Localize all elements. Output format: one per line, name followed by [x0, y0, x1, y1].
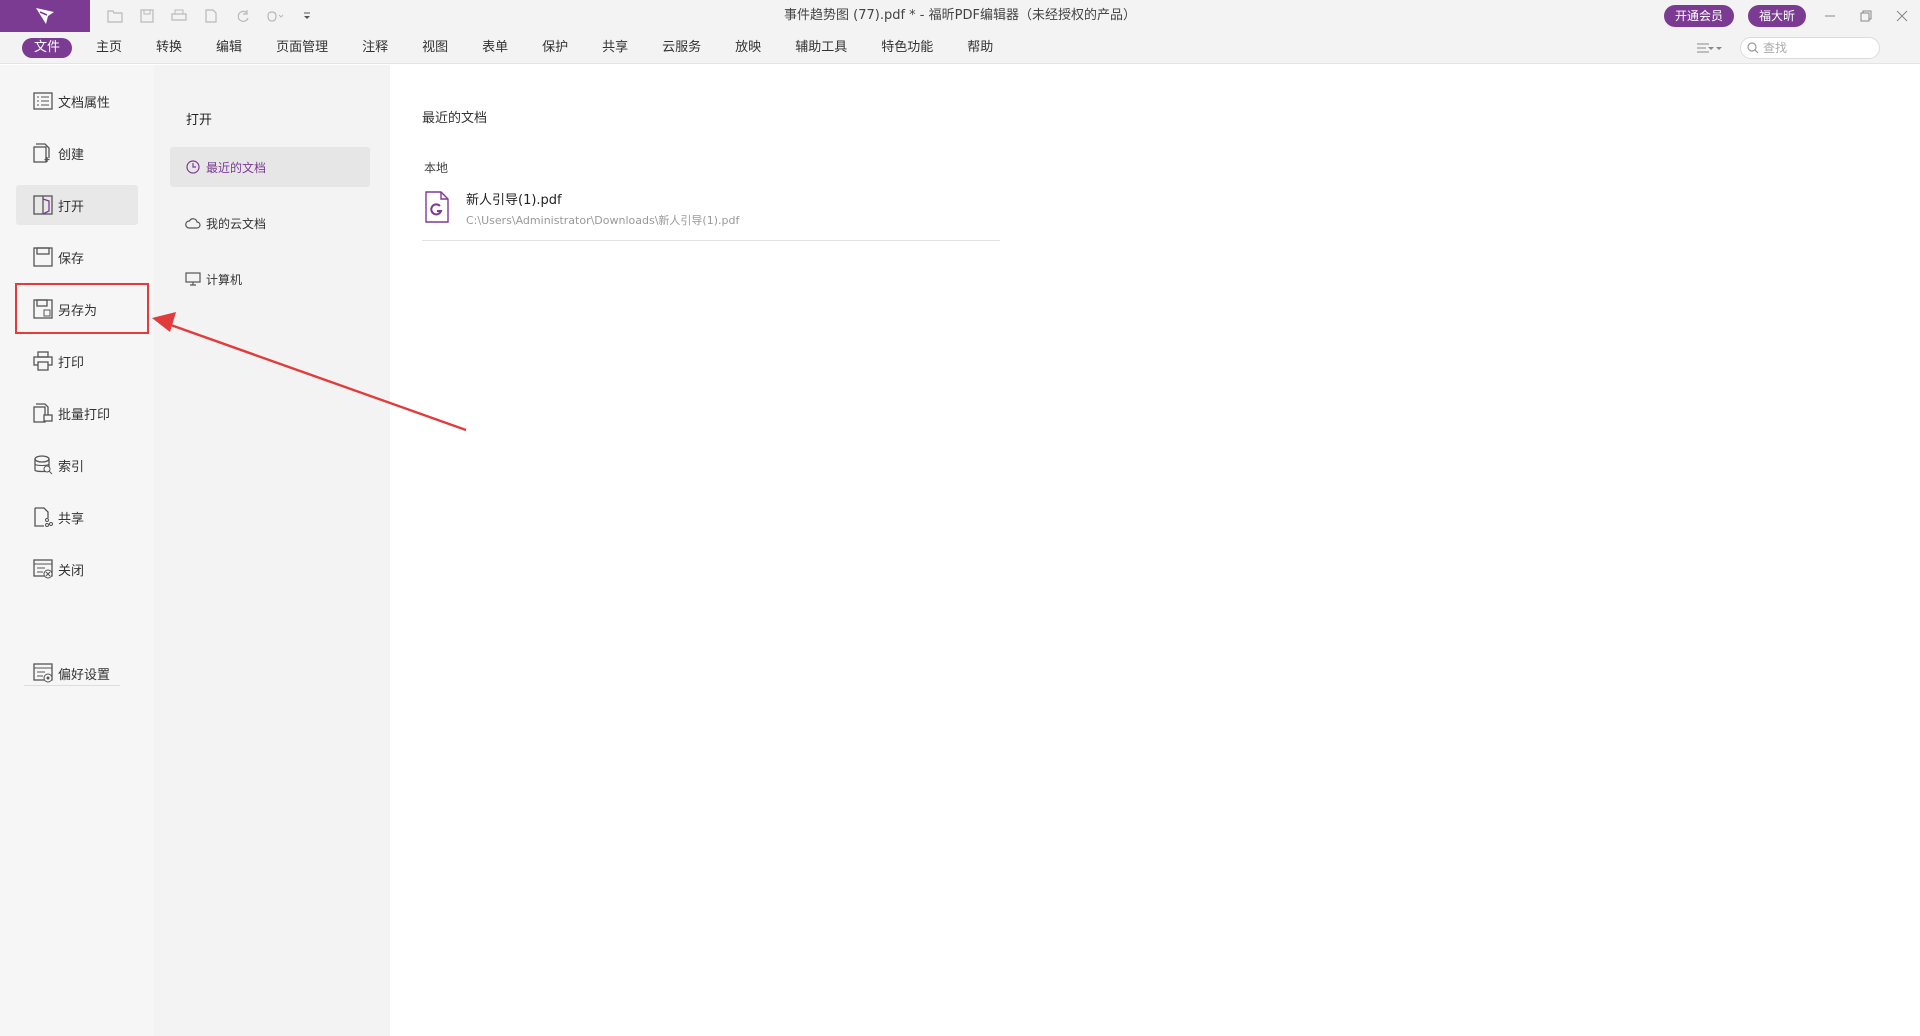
- cloud-icon: [184, 214, 202, 232]
- user-account-button[interactable]: 福大昕: [1748, 5, 1807, 27]
- open-item-label: 我的云文档: [206, 216, 267, 231]
- recent-file-row[interactable]: 新人引导(1).pdf C:\Users\Administrator\Downl…: [422, 185, 1000, 241]
- file-backstage-nav: 文档属性 创建 打开 保存 另存为 打印 批量打印 索引 共享 关闭 偏好设置: [0, 65, 154, 1036]
- recent-documents-pane: 最近的文档 本地 新人引导(1).pdf C:\Users\Administra…: [390, 65, 1920, 1036]
- restore-button[interactable]: [1846, 0, 1886, 32]
- document-properties-icon: [32, 90, 54, 112]
- nav-batch-print[interactable]: 批量打印: [16, 393, 138, 433]
- quick-access-toolbar: [104, 0, 318, 32]
- nav-label: 批量打印: [58, 407, 111, 423]
- vip-button[interactable]: 开通会员: [1664, 5, 1735, 27]
- nav-label: 偏好设置: [58, 667, 111, 683]
- computer-icon: [184, 270, 202, 288]
- open-item-label: 最近的文档: [206, 160, 267, 175]
- search-input[interactable]: [1763, 41, 1863, 55]
- tab-help[interactable]: 帮助: [957, 38, 1003, 58]
- nav-document-properties[interactable]: 文档属性: [16, 81, 138, 121]
- nav-open[interactable]: 打开: [16, 185, 138, 225]
- nav-label: 保存: [58, 251, 85, 267]
- panel-title: 打开: [186, 113, 213, 128]
- nav-label: 关闭: [58, 563, 85, 579]
- open-item-label: 计算机: [206, 272, 243, 287]
- title-bar: 事件趋势图 (77).pdf * - 福昕PDF编辑器（未经授权的产品） 开通会…: [0, 0, 1920, 32]
- customize-toolbar-icon[interactable]: [296, 5, 318, 27]
- nav-label: 打开: [58, 199, 85, 215]
- ribbon-tabs: 文件 主页 转换 编辑 页面管理 注释 视图 表单 保护 共享 云服务 放映 辅…: [22, 38, 1017, 58]
- file-info: 新人引导(1).pdf C:\Users\Administrator\Downl…: [466, 185, 739, 228]
- tab-convert[interactable]: 转换: [146, 38, 192, 58]
- nav-close[interactable]: 关闭: [16, 549, 138, 589]
- close-icon: [1896, 10, 1908, 22]
- tab-comment[interactable]: 注释: [352, 38, 398, 58]
- share-icon: [32, 506, 54, 528]
- nav-print[interactable]: 打印: [16, 341, 138, 381]
- print-icon[interactable]: [168, 5, 190, 27]
- clock-icon: [184, 158, 202, 176]
- pdf-file-icon: [424, 191, 456, 227]
- tab-share[interactable]: 共享: [592, 38, 638, 58]
- file-path: C:\Users\Administrator\Downloads\新人引导(1)…: [466, 214, 740, 227]
- search-icon: [1747, 42, 1759, 54]
- view-mode-dropdown[interactable]: [1696, 40, 1728, 56]
- tab-view[interactable]: 视图: [412, 38, 458, 58]
- tab-home[interactable]: 主页: [86, 38, 132, 58]
- annotation-highlight-box: [15, 283, 149, 334]
- menu-bar: 文件 主页 转换 编辑 页面管理 注释 视图 表单 保护 共享 云服务 放映 辅…: [0, 32, 1920, 87]
- tab-presentation[interactable]: 放映: [725, 38, 771, 58]
- minimize-icon: [1825, 15, 1835, 17]
- file-name: 新人引导(1).pdf: [466, 193, 562, 208]
- open-folder-icon: [32, 194, 54, 216]
- save-icon[interactable]: [136, 5, 158, 27]
- open-icon[interactable]: [104, 5, 126, 27]
- preferences-icon: [32, 662, 54, 684]
- nav-index[interactable]: 索引: [16, 445, 138, 485]
- hand-tool-icon[interactable]: [264, 5, 286, 27]
- save-icon: [32, 246, 54, 268]
- nav-label: 创建: [58, 147, 85, 163]
- tab-protect[interactable]: 保护: [532, 38, 578, 58]
- tab-page-management[interactable]: 页面管理: [266, 38, 338, 58]
- section-label-local: 本地: [424, 161, 449, 175]
- open-panel: 打开 最近的文档 我的云文档 计算机: [154, 65, 390, 1036]
- tab-features[interactable]: 特色功能: [871, 38, 943, 58]
- close-document-icon: [32, 558, 54, 580]
- nav-create[interactable]: 创建: [16, 133, 138, 173]
- printer-icon: [32, 350, 54, 372]
- tab-form[interactable]: 表单: [472, 38, 518, 58]
- nav-share[interactable]: 共享: [16, 497, 138, 537]
- nav-label: 索引: [58, 459, 85, 475]
- batch-print-icon: [32, 402, 54, 424]
- tab-edit[interactable]: 编辑: [206, 38, 252, 58]
- tab-cloud-services[interactable]: 云服务: [652, 38, 711, 58]
- content-title: 最近的文档: [422, 111, 488, 126]
- nav-label: 打印: [58, 355, 85, 371]
- minimize-button[interactable]: [1810, 0, 1850, 32]
- open-computer[interactable]: 计算机: [170, 259, 370, 299]
- search-box: [1740, 37, 1880, 59]
- nav-label: 文档属性: [58, 95, 111, 111]
- list-view-icon: [1697, 43, 1722, 53]
- foxit-logo-icon: [36, 8, 54, 24]
- create-document-icon: [32, 142, 54, 164]
- tab-file[interactable]: 文件: [22, 38, 73, 58]
- redo-icon[interactable]: [232, 5, 254, 27]
- open-cloud-documents[interactable]: 我的云文档: [170, 203, 370, 243]
- nav-save[interactable]: 保存: [16, 237, 138, 277]
- open-recent-documents[interactable]: 最近的文档: [170, 147, 370, 187]
- new-document-icon[interactable]: [200, 5, 222, 27]
- nav-preferences[interactable]: 偏好设置: [16, 653, 138, 693]
- nav-label: 共享: [58, 511, 85, 527]
- close-window-button[interactable]: [1882, 0, 1920, 32]
- index-icon: [32, 454, 54, 476]
- restore-icon: [1860, 10, 1872, 22]
- tab-accessibility[interactable]: 辅助工具: [785, 38, 857, 58]
- app-logo[interactable]: [0, 0, 90, 32]
